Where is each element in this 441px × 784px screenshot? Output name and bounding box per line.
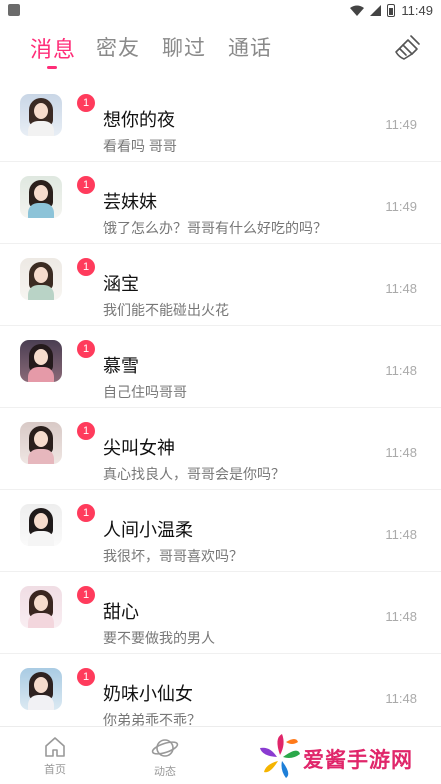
message-time: 11:48 [385, 527, 417, 542]
message-time: 11:49 [385, 117, 417, 132]
status-time: 11:49 [401, 2, 433, 18]
planet-icon [151, 739, 179, 757]
conversation-item[interactable]: 1 甜心 要不要做我的男人 11:48 [0, 572, 441, 654]
conversation-item[interactable]: 1 慕雪 自己住吗哥哥 11:48 [0, 326, 441, 408]
conversation-item[interactable]: 1 奶味小仙女 你弟弟乖不乖？ 11:48 [0, 654, 441, 736]
message-time: 11:48 [385, 609, 417, 624]
contact-name: 想你的夜 [103, 110, 175, 130]
contact-name: 人间小温柔 [103, 520, 193, 540]
avatar [20, 504, 62, 546]
contact-name: 甜心 [103, 602, 139, 622]
message-time: 11:49 [385, 199, 417, 214]
unread-badge: 1 [77, 176, 95, 194]
status-bar: 11:49 [0, 0, 441, 20]
battery-icon [387, 3, 396, 17]
unread-badge: 1 [77, 258, 95, 276]
tab-calls[interactable]: 通话 [228, 32, 272, 62]
unread-badge: 1 [77, 668, 95, 686]
wifi-icon [350, 5, 365, 16]
contact-name: 涵宝 [103, 274, 139, 294]
avatar [20, 422, 62, 464]
unread-badge: 1 [77, 94, 95, 112]
signal-icon [370, 4, 382, 16]
conversation-item[interactable]: 1 尖叫女神 真心找良人，哥哥会是你吗？ 11:48 [0, 408, 441, 490]
message-preview: 要不要做我的男人 [103, 630, 215, 646]
nav-moments[interactable]: 动态 [135, 735, 195, 779]
watermark: 爱酱手游网 [256, 730, 441, 784]
nav-moments-label: 动态 [154, 766, 176, 778]
active-tab-indicator [47, 66, 57, 69]
tab-chatted[interactable]: 聊过 [162, 32, 206, 62]
message-time: 11:48 [385, 281, 417, 296]
unread-badge: 1 [77, 422, 95, 440]
message-preview: 看看吗 哥哥 [103, 138, 177, 154]
broom-icon[interactable] [393, 32, 423, 62]
message-time: 11:48 [385, 691, 417, 706]
tab-messages[interactable]: 消息 [30, 32, 76, 64]
conversation-item[interactable]: 1 想你的夜 看看吗 哥哥 11:49 [0, 80, 441, 162]
message-time: 11:48 [385, 445, 417, 460]
contact-name: 芸妹妹 [103, 192, 157, 212]
message-time: 11:48 [385, 363, 417, 378]
unread-badge: 1 [77, 504, 95, 522]
message-preview: 真心找良人，哥哥会是你吗？ [103, 466, 285, 482]
unread-badge: 1 [77, 586, 95, 604]
avatar [20, 340, 62, 382]
avatar [20, 586, 62, 628]
message-preview: 我们能不能碰出火花 [103, 302, 229, 318]
avatar [20, 258, 62, 300]
avatar [20, 176, 62, 218]
conversation-item[interactable]: 1 涵宝 我们能不能碰出火花 11:48 [0, 244, 441, 326]
avatar [20, 94, 62, 136]
unread-badge: 1 [77, 340, 95, 358]
nav-home[interactable]: 首页 [25, 735, 85, 777]
message-preview: 自己住吗哥哥 [103, 384, 187, 400]
contact-name: 尖叫女神 [103, 438, 175, 458]
notification-icon [8, 4, 20, 16]
contact-name: 慕雪 [103, 356, 139, 376]
message-preview: 饿了怎么办？哥哥有什么好吃的吗？ [103, 220, 327, 236]
contact-name: 奶味小仙女 [103, 684, 193, 704]
tab-close-friends[interactable]: 密友 [96, 32, 140, 62]
home-icon [45, 737, 65, 757]
conversation-item[interactable]: 1 芸妹妹 饿了怎么办？哥哥有什么好吃的吗？ 11:49 [0, 162, 441, 244]
watermark-text: 爱酱手游网 [303, 749, 413, 772]
status-icons: 11:49 [350, 3, 433, 18]
flower-logo-icon [260, 734, 300, 778]
conversation-item[interactable]: 1 人间小温柔 我很坏，哥哥喜欢吗？ 11:48 [0, 490, 441, 572]
nav-home-label: 首页 [44, 764, 66, 776]
avatar [20, 668, 62, 710]
message-preview: 我很坏，哥哥喜欢吗？ [103, 548, 243, 564]
top-tabs: 消息 密友 聊过 通话 [0, 26, 441, 72]
